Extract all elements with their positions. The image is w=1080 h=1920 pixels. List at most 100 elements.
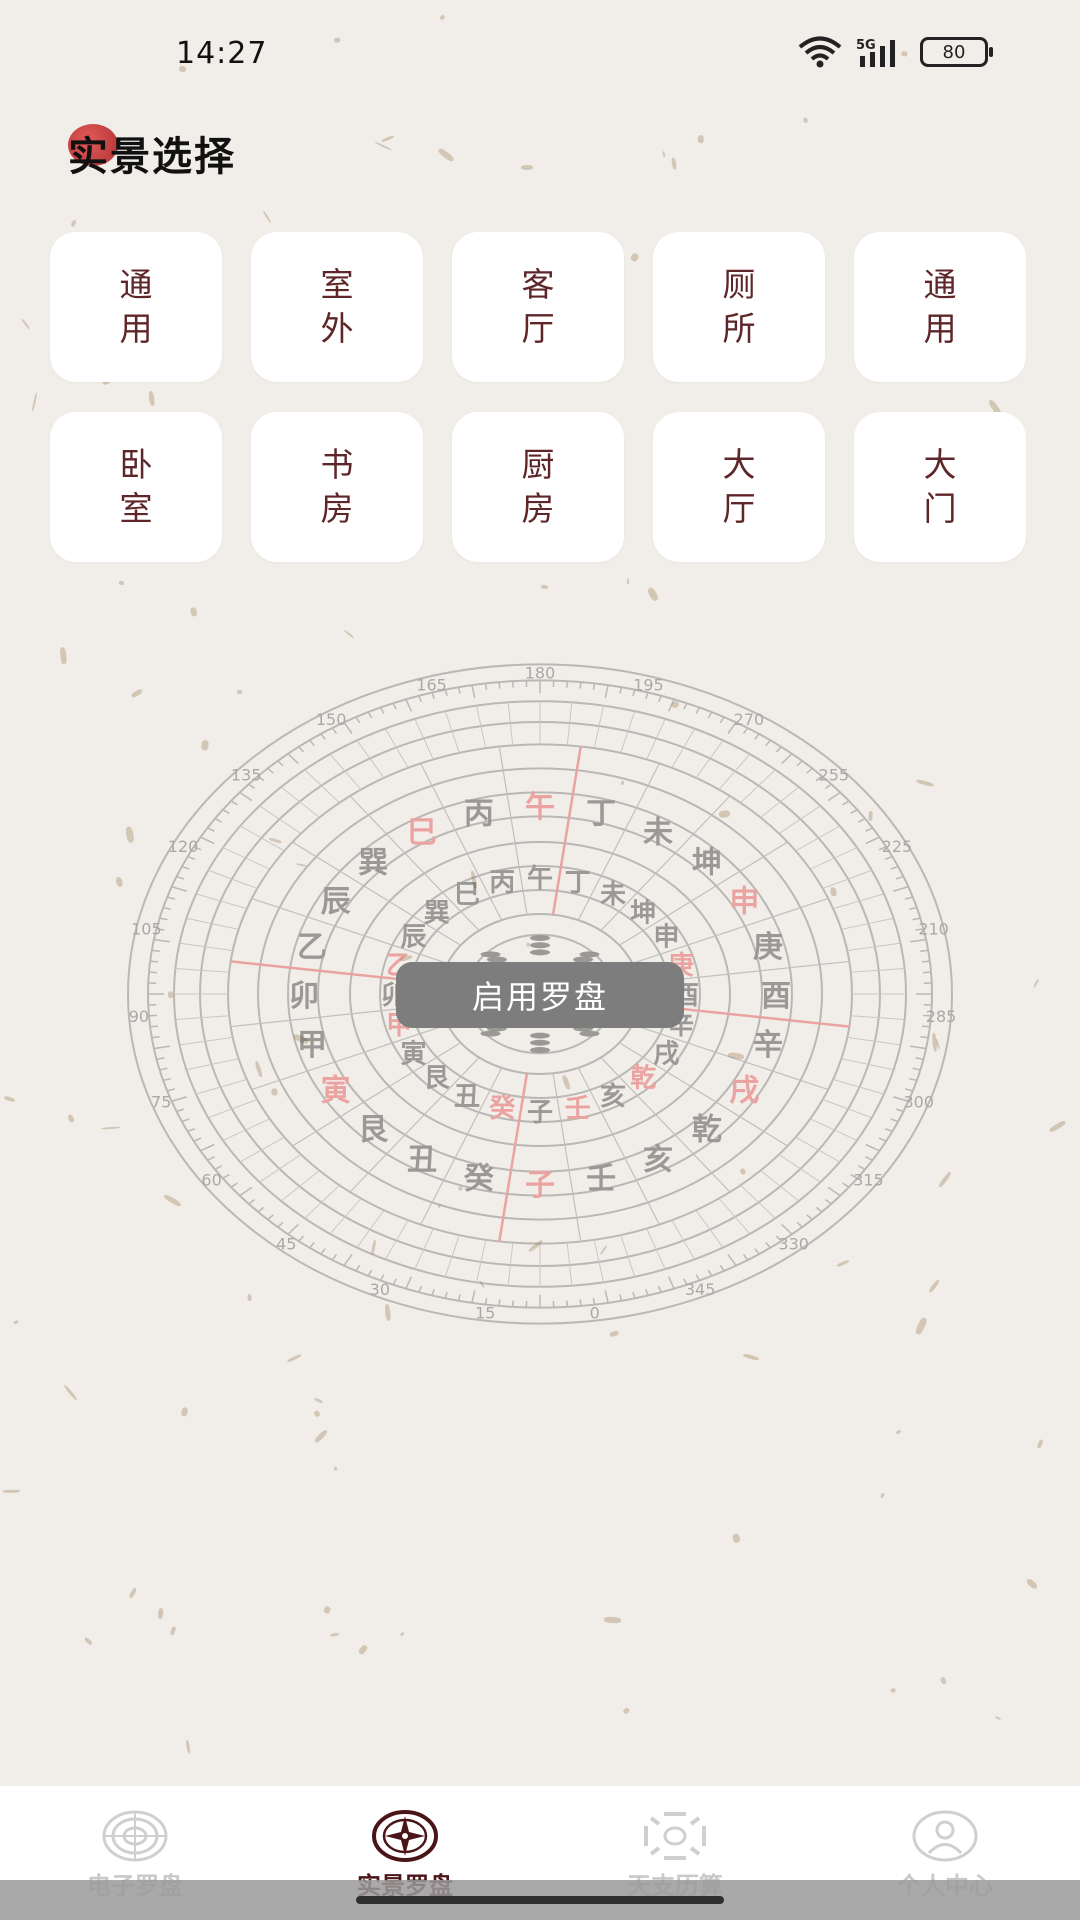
compass-tick	[796, 1221, 803, 1228]
compass-tick	[842, 800, 850, 806]
compass-division	[822, 1099, 872, 1119]
compass-tick	[379, 707, 385, 714]
compass-inner-char: 申	[653, 923, 679, 953]
compass-tick	[166, 1088, 175, 1092]
compass-tick	[418, 1285, 423, 1293]
compass-tick	[200, 836, 215, 845]
compass-tick	[824, 783, 832, 790]
paper-fleck	[380, 134, 395, 143]
signal-icon: 5G	[856, 38, 895, 67]
compass-tick	[471, 685, 476, 698]
paper-fleck	[119, 580, 126, 586]
scene-label: 客厅	[521, 265, 555, 348]
compass-tick	[171, 1096, 187, 1102]
network-label: 5G	[856, 38, 876, 53]
scene-card-kitchen[interactable]: 厨房	[452, 412, 624, 562]
paper-fleck	[333, 1466, 337, 1471]
compass-tick	[267, 767, 274, 774]
scene-card-toilet[interactable]: 厕所	[653, 232, 825, 382]
compass-tick	[163, 906, 172, 911]
compass-division	[795, 1136, 841, 1163]
compass-tick	[719, 716, 725, 724]
compass-division	[239, 1136, 285, 1163]
compass-tick	[471, 1290, 476, 1303]
compass-outer-char: 卯	[289, 979, 319, 1014]
compass-tick	[920, 1036, 929, 1039]
compass-tick	[150, 960, 159, 963]
paper-fleck	[357, 1643, 369, 1656]
compass-tick	[827, 1186, 841, 1197]
compass-outer-char: 甲	[297, 1028, 327, 1063]
compass-tick	[277, 760, 284, 767]
compass-trigram-bar	[579, 951, 600, 958]
scene-card-gate[interactable]: 大门	[854, 412, 1026, 562]
compass-tick	[207, 827, 215, 832]
compass-inner-char: 未	[600, 880, 626, 910]
compass-tick	[754, 1248, 760, 1255]
compass-degree-label: 285	[926, 1007, 956, 1026]
paper-fleck	[995, 1715, 1002, 1720]
compass-trigram-bar	[480, 951, 501, 958]
paper-fleck	[313, 1397, 323, 1405]
compass-tick	[181, 1118, 190, 1123]
compass-tick	[367, 1269, 373, 1277]
scene-card-general-2[interactable]: 通用	[854, 232, 1026, 382]
bagua-icon	[644, 1812, 706, 1860]
paper-fleck	[1049, 1120, 1067, 1134]
compass-tick	[645, 1289, 649, 1296]
scene-label: 通用	[119, 265, 153, 348]
compass-tick	[765, 1242, 771, 1249]
scene-card-study[interactable]: 书房	[251, 412, 423, 562]
compass-tick	[193, 1137, 202, 1142]
scene-card-general[interactable]: 通用	[50, 232, 222, 382]
compass-outer-char: 巽	[358, 845, 388, 880]
paper-fleck	[330, 1632, 340, 1637]
compass-outer-char: 丙	[464, 797, 494, 832]
scene-label: 大厅	[722, 445, 756, 528]
compass-tick	[392, 702, 397, 710]
compass-tick	[156, 1057, 165, 1060]
compass-tick	[632, 1291, 636, 1299]
compass-tick	[865, 827, 873, 832]
battery-icon: 80	[920, 37, 993, 67]
paper-fleck	[732, 1533, 742, 1544]
paper-fleck	[21, 318, 31, 331]
compass-tick	[181, 865, 190, 870]
paper-fleck	[63, 1384, 78, 1401]
scene-card-living-room[interactable]: 客厅	[452, 232, 624, 382]
compass-tick	[765, 739, 771, 746]
compass-division	[833, 1078, 885, 1095]
enable-compass-button[interactable]: 启用罗盘	[396, 962, 684, 1028]
compass-division	[695, 740, 724, 779]
compass-division	[671, 728, 696, 769]
scene-card-outdoor[interactable]: 室外	[251, 232, 423, 382]
compass-degree-label: 0	[590, 1304, 600, 1323]
paper-fleck	[604, 1616, 622, 1624]
paper-fleck	[189, 606, 198, 618]
scene-card-hall[interactable]: 大厅	[653, 412, 825, 562]
compass-tick	[604, 685, 609, 698]
compass-tick	[921, 1025, 930, 1028]
compass-tick	[298, 746, 305, 753]
compass-tick	[824, 1198, 832, 1205]
compass-tick	[187, 855, 196, 861]
compass-degree-label: 300	[904, 1093, 935, 1112]
compass-tick	[392, 1278, 397, 1286]
compass-tick	[150, 1025, 159, 1028]
home-indicator[interactable]	[356, 1896, 724, 1904]
compass-tick	[287, 1223, 299, 1235]
scene-card-bedroom[interactable]: 卧室	[50, 412, 222, 562]
section-header: 实景选择	[68, 124, 236, 182]
compass-division	[222, 1118, 271, 1141]
compass-division	[718, 1198, 751, 1235]
compass-outer-char: 乙	[297, 930, 327, 965]
compass-degree-label: 330	[778, 1234, 809, 1253]
compass-degree-label: 165	[416, 675, 447, 694]
compass-tick	[151, 949, 160, 952]
compass-tick	[921, 960, 930, 963]
compass-tick	[151, 1036, 160, 1039]
compass-tick	[579, 682, 582, 689]
compass-star-icon	[372, 1810, 438, 1862]
paper-fleck	[59, 647, 68, 665]
compass-tick	[309, 739, 315, 746]
